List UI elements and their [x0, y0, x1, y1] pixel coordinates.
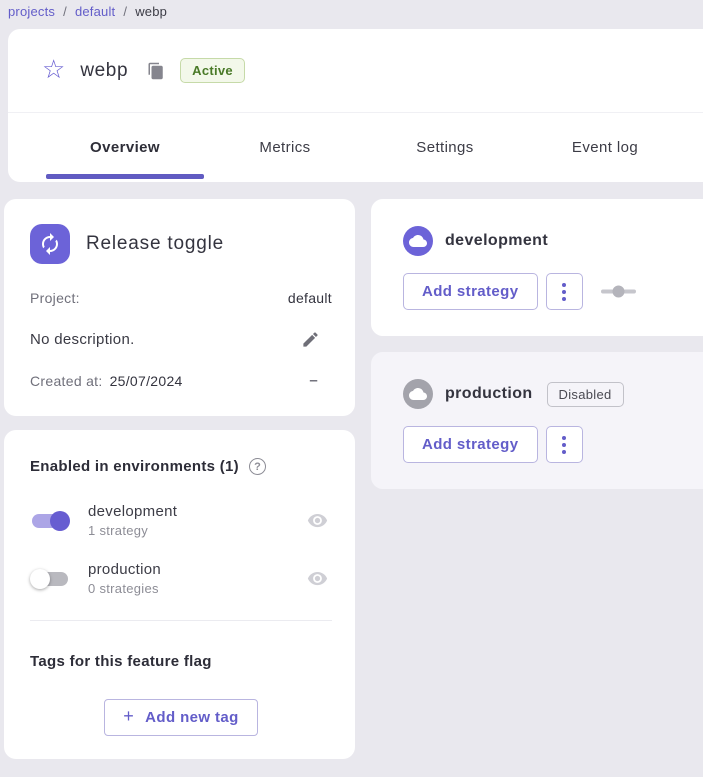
env-name: development [88, 503, 177, 520]
env-row-production: production 0 strategies [30, 561, 332, 596]
tab-metrics[interactable]: Metrics [205, 113, 365, 181]
env-name: production [88, 561, 161, 578]
kebab-dot [562, 436, 566, 440]
environments-tags-card: Enabled in environments (1) ? developmen… [4, 430, 355, 759]
tab-settings-label: Settings [416, 139, 473, 156]
help-icon[interactable]: ? [249, 458, 266, 475]
feature-type-title: Release toggle [86, 233, 224, 255]
eye-icon[interactable] [307, 568, 332, 589]
feature-title-row: ☆ webp Active [8, 29, 703, 113]
kebab-dot [562, 290, 566, 294]
breadcrumb-current: webp [135, 4, 167, 19]
status-badge: Active [180, 58, 245, 83]
cloud-environment-icon [403, 379, 433, 409]
env-labels: development 1 strategy [88, 503, 177, 538]
tab-event-log-label: Event log [572, 139, 638, 156]
env-strategy-count: 0 strategies [88, 581, 161, 596]
project-row: Project: default [30, 290, 332, 306]
project-label: Project: [30, 290, 80, 306]
environment-panel-production: production Disabled Add strategy [371, 352, 703, 489]
tab-overview[interactable]: Overview [45, 113, 205, 181]
tags-title: Tags for this feature flag [30, 653, 332, 670]
env-strategy-count: 1 strategy [88, 523, 177, 538]
env-row-development: development 1 strategy [30, 503, 332, 538]
panel-actions: Add strategy [403, 273, 703, 310]
more-actions-button[interactable] [546, 426, 583, 463]
copy-icon[interactable] [147, 62, 165, 80]
section-divider [30, 620, 332, 621]
toggle-knob [50, 511, 70, 531]
breadcrumb: projects / default / webp [0, 0, 703, 29]
feature-details-card: Release toggle Project: default No descr… [4, 199, 355, 416]
description-text: No description. [30, 331, 135, 348]
development-toggle[interactable] [30, 511, 70, 531]
breadcrumb-separator: / [123, 4, 127, 19]
breadcrumb-link-projects[interactable]: projects [8, 4, 55, 19]
breadcrumb-link-default[interactable]: default [75, 4, 115, 19]
add-new-tag-label: Add new tag [145, 709, 239, 726]
plus-icon: + [123, 706, 134, 727]
environment-name: production [445, 385, 533, 403]
right-column: development Add strategy production Di [371, 199, 703, 759]
tags-section: Tags for this feature flag + Add new tag [4, 625, 355, 759]
environment-panel-development: development Add strategy [371, 199, 703, 336]
more-actions-button[interactable] [546, 273, 583, 310]
page-title: webp [80, 60, 128, 82]
production-toggle[interactable] [30, 569, 70, 589]
panel-header: development [403, 226, 703, 256]
tab-settings[interactable]: Settings [365, 113, 525, 181]
project-value: default [288, 290, 332, 306]
feature-flag-page: projects / default / webp ☆ webp Active … [0, 0, 703, 777]
kebab-dot [562, 283, 566, 287]
edit-description-icon[interactable] [301, 330, 332, 349]
cloud-environment-icon [403, 226, 433, 256]
add-strategy-button[interactable]: Add strategy [403, 273, 538, 310]
favorite-star-icon[interactable]: ☆ [42, 56, 65, 82]
panel-header: production Disabled [403, 379, 703, 409]
left-column: Release toggle Project: default No descr… [4, 199, 355, 759]
tab-event-log[interactable]: Event log [525, 113, 685, 181]
toggle-knob [30, 569, 50, 589]
environment-name: development [445, 232, 548, 250]
enabled-environments-header: Enabled in environments (1) ? [30, 458, 332, 475]
description-row: No description. [30, 330, 332, 349]
disabled-badge: Disabled [547, 382, 624, 407]
feature-type-row: Release toggle [30, 224, 332, 264]
breadcrumb-separator: / [63, 4, 67, 19]
created-text: Created at: 25/07/2024 [30, 373, 183, 389]
add-new-tag-button[interactable]: + Add new tag [104, 699, 258, 736]
release-toggle-icon [30, 224, 70, 264]
kebab-dot [562, 450, 566, 454]
enabled-environments-section: Enabled in environments (1) ? developmen… [4, 430, 355, 625]
overview-content: Release toggle Project: default No descr… [0, 182, 703, 759]
collapse-details-icon[interactable]: – [309, 372, 332, 389]
kebab-dot [562, 297, 566, 301]
panel-actions: Add strategy [403, 426, 703, 463]
tab-bar: Overview Metrics Settings Event log [8, 113, 703, 181]
strategy-separator-icon [600, 285, 637, 298]
tab-metrics-label: Metrics [259, 139, 310, 156]
kebab-dot [562, 443, 566, 447]
created-label: Created at: [30, 373, 103, 389]
feature-header-card: ☆ webp Active Overview Metrics Settings … [8, 29, 703, 182]
created-row: Created at: 25/07/2024 – [30, 372, 332, 389]
tab-overview-label: Overview [90, 139, 160, 156]
created-value: 25/07/2024 [110, 373, 183, 389]
enabled-environments-title: Enabled in environments (1) [30, 458, 239, 475]
eye-icon[interactable] [307, 510, 332, 531]
add-strategy-button[interactable]: Add strategy [403, 426, 538, 463]
env-labels: production 0 strategies [88, 561, 161, 596]
